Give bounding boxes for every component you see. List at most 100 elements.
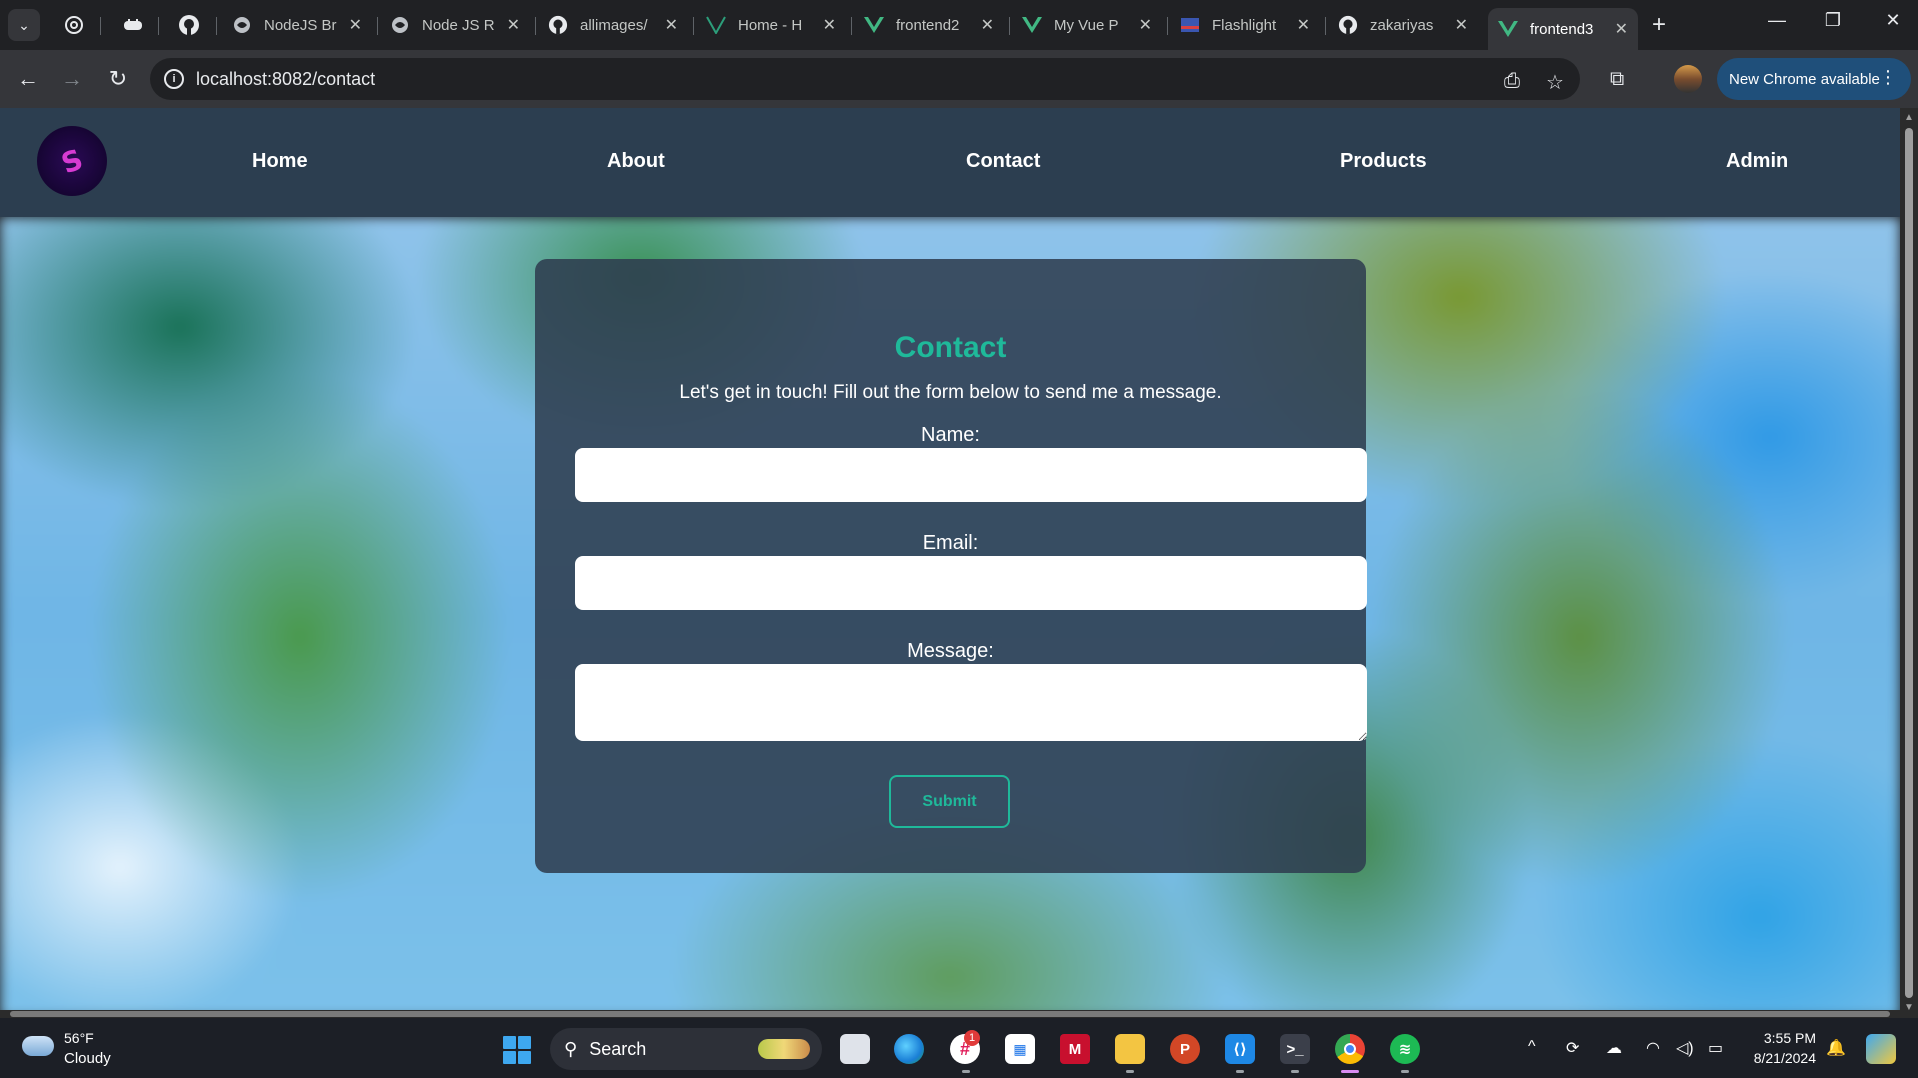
- pinned-tab-chatgpt[interactable]: [62, 13, 86, 37]
- close-icon[interactable]: ✕: [1297, 15, 1310, 35]
- close-icon[interactable]: ✕: [981, 15, 994, 35]
- site-navbar: S Home About Contact Products Admin: [0, 108, 1900, 217]
- weather-condition[interactable]: Cloudy: [64, 1050, 111, 1067]
- github-icon: [548, 15, 568, 35]
- bookmark-star-icon[interactable]: ☆: [1546, 70, 1564, 95]
- task-view-icon[interactable]: [840, 1034, 870, 1064]
- github-icon: [1338, 15, 1358, 35]
- nav-link-products[interactable]: Products: [1340, 150, 1427, 173]
- window-close-button[interactable]: ✕: [1878, 10, 1908, 31]
- windows-start-button[interactable]: [503, 1036, 531, 1064]
- close-icon[interactable]: ✕: [665, 15, 678, 35]
- tab-title: frontend3: [1530, 20, 1594, 38]
- nav-link-home[interactable]: Home: [252, 150, 308, 173]
- tab-5[interactable]: frontend2 ✕: [854, 8, 1004, 42]
- sync-icon[interactable]: ⟳: [1566, 1038, 1579, 1058]
- taskbar-search[interactable]: ⚲ Search: [550, 1028, 822, 1070]
- clock-date[interactable]: 8/21/2024: [1740, 1050, 1816, 1066]
- clock-time[interactable]: 3:55 PM: [1760, 1030, 1816, 1046]
- close-icon[interactable]: ✕: [1455, 15, 1468, 35]
- battery-icon[interactable]: ▭: [1708, 1038, 1723, 1058]
- site-info-icon[interactable]: i: [164, 69, 184, 89]
- onedrive-icon[interactable]: ☁: [1606, 1038, 1622, 1058]
- pinned-tab-2[interactable]: [121, 13, 145, 37]
- nav-link-admin[interactable]: Admin: [1726, 150, 1788, 173]
- scroll-down-icon[interactable]: ▼: [1904, 1002, 1914, 1013]
- reload-button[interactable]: ↻: [104, 66, 132, 92]
- horizontal-scroll-thumb[interactable]: [10, 1011, 1890, 1017]
- message-label: Message:: [907, 640, 994, 662]
- search-label: Search: [589, 1038, 647, 1059]
- arrow-left-icon: ←: [17, 66, 39, 91]
- close-icon[interactable]: ✕: [1139, 15, 1152, 35]
- tab-strip: ⌄ NodeJS Br ✕ Node JS R ✕ allimages/ ✕ H…: [0, 0, 1918, 50]
- terminal-icon[interactable]: >_: [1280, 1034, 1310, 1064]
- close-icon[interactable]: ✕: [823, 15, 836, 35]
- chevron-up-icon[interactable]: ^: [1528, 1038, 1536, 1056]
- name-field[interactable]: [575, 448, 1367, 502]
- nav-link-contact[interactable]: Contact: [966, 150, 1040, 173]
- nav-link-about[interactable]: About: [607, 150, 665, 173]
- vue-icon: [864, 15, 884, 35]
- chrome-icon[interactable]: [1335, 1034, 1365, 1064]
- email-field[interactable]: [575, 556, 1367, 610]
- file-explorer-icon[interactable]: [1115, 1034, 1145, 1064]
- minimize-button[interactable]: —: [1762, 10, 1792, 31]
- tab-title: Node JS R: [422, 16, 495, 34]
- reload-icon: ↻: [108, 66, 128, 91]
- scroll-up-icon[interactable]: ▲: [1904, 112, 1914, 123]
- tab-8[interactable]: zakariyas ✕: [1328, 8, 1478, 42]
- close-icon[interactable]: ✕: [507, 15, 520, 35]
- horizontal-scrollbar[interactable]: [0, 1010, 1900, 1018]
- forward-button[interactable]: →: [58, 66, 86, 92]
- tab-title: My Vue P: [1054, 16, 1119, 34]
- vscode-icon[interactable]: ⟨⟩: [1225, 1034, 1255, 1064]
- address-bar[interactable]: i localhost:8082/contact ⎙ ☆: [150, 58, 1580, 100]
- search-icon: ⚲: [564, 1038, 578, 1059]
- cloud-icon[interactable]: [22, 1036, 54, 1056]
- tab-7[interactable]: Flashlight ✕: [1170, 8, 1320, 42]
- tab-title: frontend2: [896, 16, 960, 34]
- globe-icon: [390, 15, 410, 35]
- tab-4[interactable]: Home - H ✕: [696, 8, 846, 42]
- vertical-scrollbar[interactable]: ▲ ▼: [1900, 108, 1918, 1018]
- extensions-icon[interactable]: ⧉: [1610, 68, 1624, 91]
- pinned-tab-github[interactable]: [177, 13, 201, 37]
- tab-search-button[interactable]: ⌄: [8, 9, 40, 41]
- app-icon: [124, 19, 142, 30]
- install-app-icon[interactable]: ⎙: [1504, 70, 1520, 93]
- update-label: New Chrome available: [1729, 70, 1880, 88]
- copilot-icon[interactable]: [1866, 1034, 1896, 1064]
- chrome-update-button[interactable]: New Chrome available ⋮: [1717, 58, 1911, 100]
- back-button[interactable]: ←: [14, 66, 42, 92]
- contact-title: Contact: [894, 331, 1007, 364]
- edge-icon[interactable]: [894, 1034, 924, 1064]
- wifi-icon[interactable]: ◠: [1646, 1038, 1660, 1058]
- spotify-icon[interactable]: ≋: [1390, 1034, 1420, 1064]
- profile-avatar[interactable]: [1674, 65, 1702, 93]
- vertical-scroll-thumb[interactable]: [1905, 128, 1913, 998]
- close-icon[interactable]: ✕: [349, 15, 362, 35]
- tab-title: NodeJS Br: [264, 16, 337, 34]
- tab-1[interactable]: NodeJS Br ✕: [222, 8, 372, 42]
- tab-9-active[interactable]: frontend3 ✕: [1488, 8, 1638, 50]
- contact-card: Contact Let's get in touch! Fill out the…: [535, 259, 1367, 873]
- tab-3[interactable]: allimages/ ✕: [538, 8, 688, 42]
- restore-button[interactable]: ❐: [1818, 10, 1848, 31]
- site-logo[interactable]: S: [37, 126, 107, 196]
- weather-temperature[interactable]: 56°F: [64, 1030, 94, 1046]
- flag-icon: [1180, 15, 1200, 35]
- submit-button[interactable]: Submit: [889, 775, 1010, 828]
- bell-icon[interactable]: 🔔: [1826, 1038, 1846, 1058]
- powerpoint-icon[interactable]: P: [1170, 1034, 1200, 1064]
- mcafee-icon[interactable]: M: [1060, 1034, 1090, 1064]
- close-icon[interactable]: ✕: [1615, 19, 1628, 39]
- store-icon[interactable]: ▦: [1005, 1034, 1035, 1064]
- tab-6[interactable]: My Vue P ✕: [1012, 8, 1162, 42]
- new-tab-button[interactable]: +: [1652, 12, 1666, 38]
- tab-title: allimages/: [580, 16, 648, 34]
- volume-icon[interactable]: ◁): [1676, 1038, 1694, 1058]
- tab-2[interactable]: Node JS R ✕: [380, 8, 530, 42]
- url-text[interactable]: localhost:8082/contact: [196, 69, 375, 90]
- message-textarea[interactable]: [575, 664, 1367, 741]
